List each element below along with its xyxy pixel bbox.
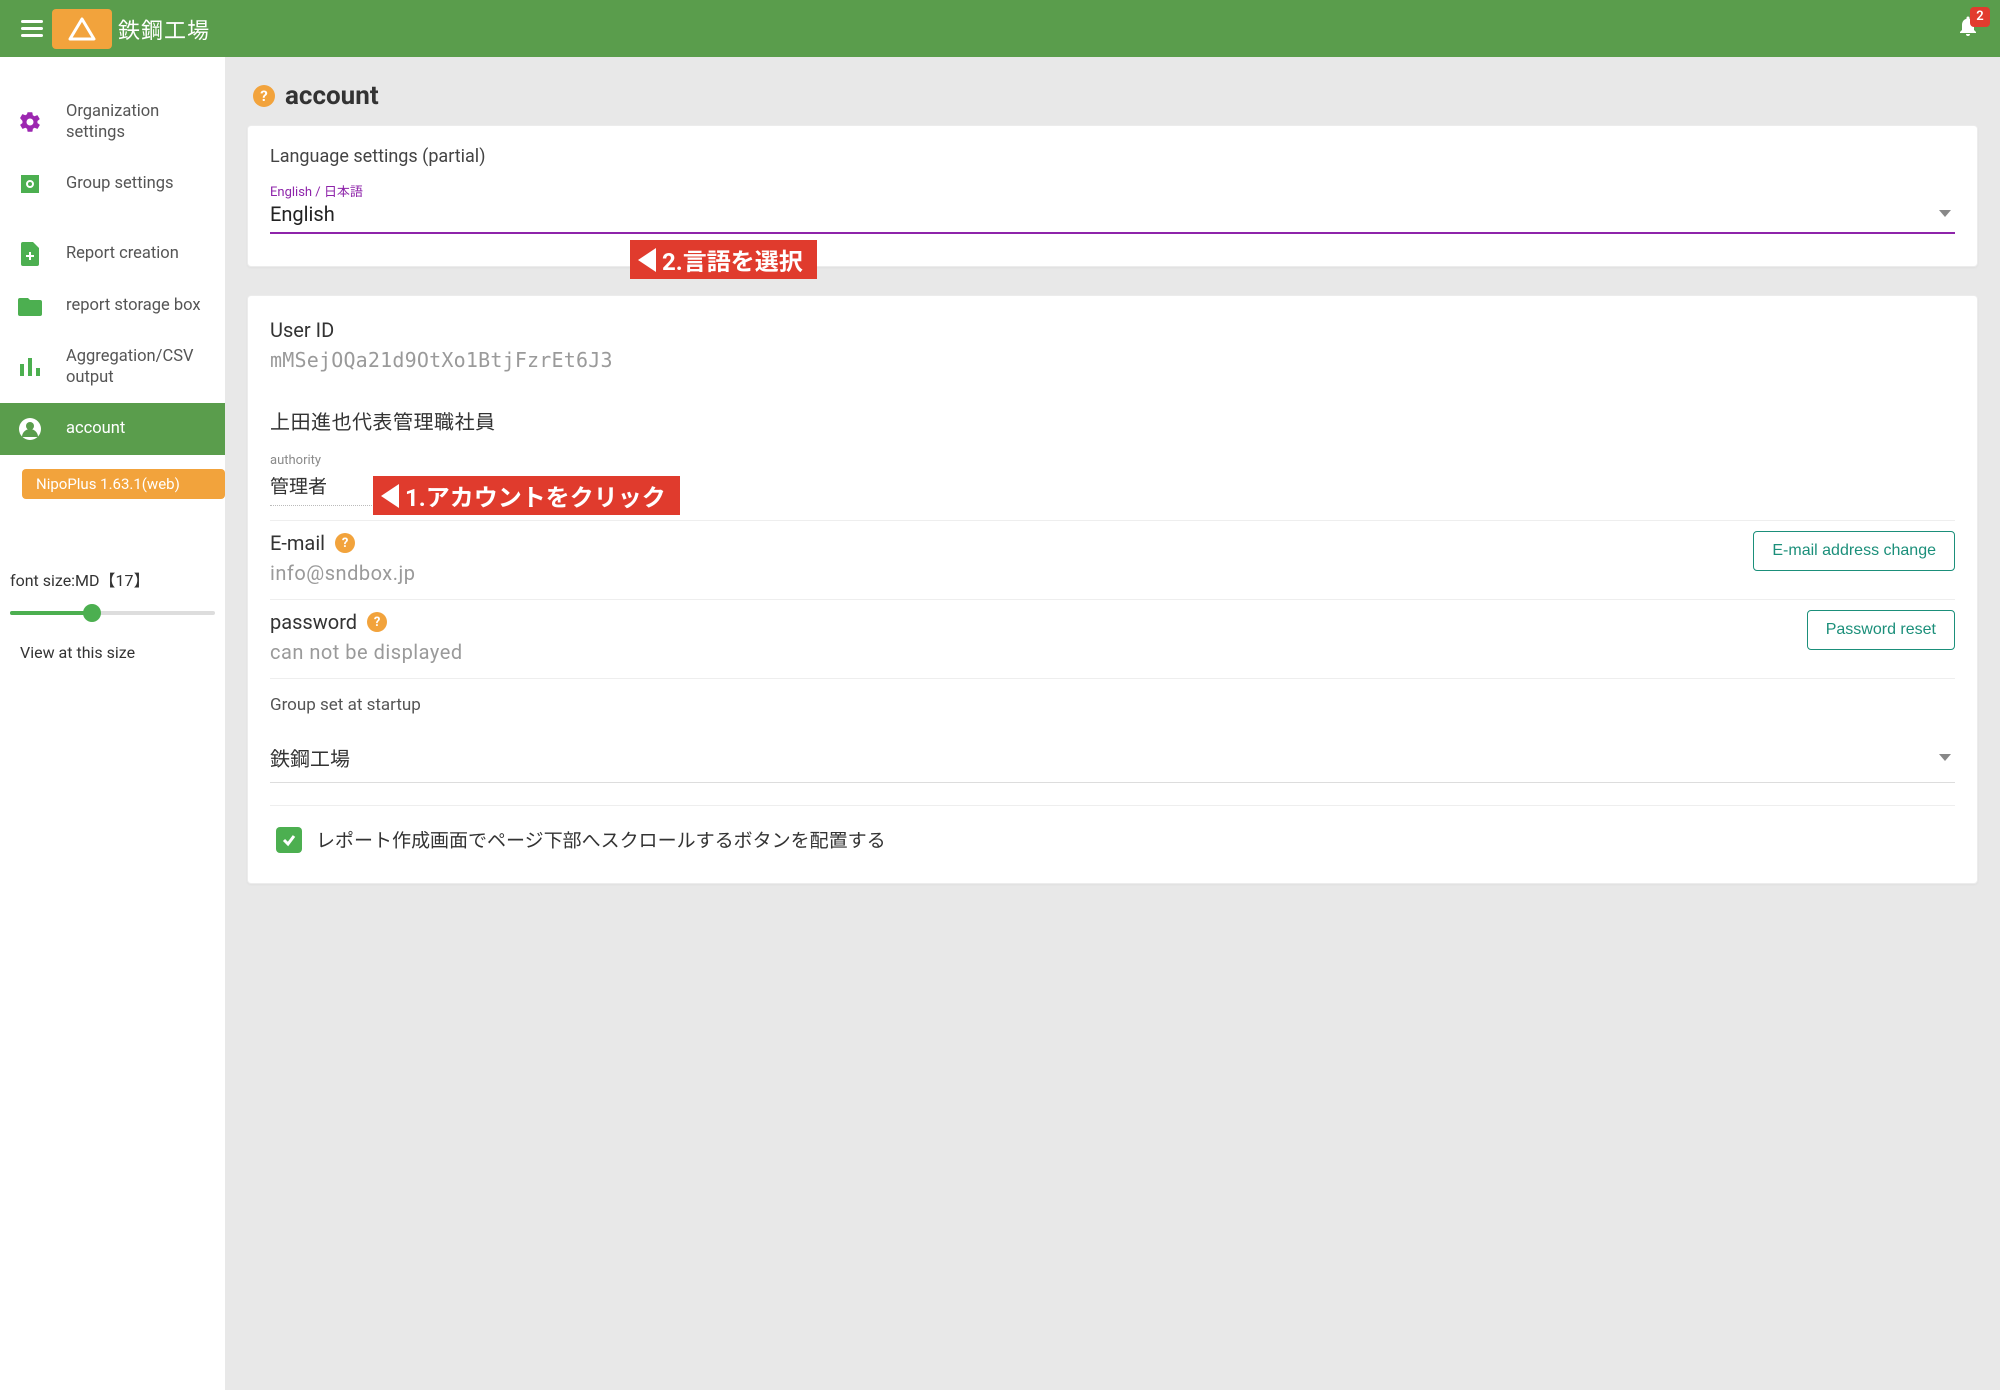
language-select[interactable]: English / 日本語 English	[270, 177, 1955, 234]
help-icon[interactable]: ?	[367, 612, 387, 632]
password-label: password	[270, 610, 357, 634]
menu-button[interactable]	[12, 9, 52, 49]
account-card: User ID mMSejOQa21d9OtXo1BtjFzrEt6J3 上田進…	[247, 295, 1978, 884]
triangle-left-icon	[381, 484, 399, 508]
email-change-button[interactable]: E-mail address change	[1753, 531, 1955, 571]
scroll-button-option-row: レポート作成画面でページ下部へスクロールするボタンを配置する	[270, 805, 1955, 853]
password-value: can not be displayed	[270, 640, 463, 664]
language-card: Language settings (partial) English / 日本…	[247, 125, 1978, 267]
sidebar-item-label: Group settings	[66, 173, 174, 194]
scroll-button-label: レポート作成画面でページ下部へスクロールするボタンを配置する	[316, 826, 886, 853]
help-icon[interactable]: ?	[335, 533, 355, 553]
sidebar-item-aggregation[interactable]: Aggregation/CSV output	[0, 332, 225, 403]
font-size-slider[interactable]	[10, 603, 215, 623]
chevron-down-icon	[1939, 210, 1951, 217]
gear-icon	[18, 110, 42, 134]
triangle-left-icon	[638, 248, 656, 272]
logo-button[interactable]	[52, 9, 112, 49]
app-title: 鉄鋼工場	[118, 13, 210, 45]
annotation-1: 1.アカウントをクリック	[373, 476, 680, 515]
font-size-label: font size:MD【17】	[10, 567, 215, 591]
language-value: English	[270, 202, 335, 226]
folder-icon	[18, 294, 42, 318]
chevron-down-icon	[1939, 754, 1951, 761]
user-id-label: User ID	[270, 318, 1955, 342]
menu-icon	[21, 27, 43, 30]
startup-group-select[interactable]: 鉄鋼工場	[270, 737, 1955, 783]
email-row: E-mail ? info@sndbox.jp E-mail address c…	[270, 520, 1955, 599]
email-value: info@sndbox.jp	[270, 561, 416, 585]
version-badge: NipoPlus 1.63.1(web)	[22, 469, 225, 499]
view-size-label: View at this size	[10, 643, 215, 662]
email-label: E-mail	[270, 531, 325, 555]
user-name-value: 上田進也代表管理職社員	[270, 406, 1955, 435]
startup-group-value: 鉄鋼工場	[270, 743, 350, 772]
topbar: 鉄鋼工場 2	[0, 0, 2000, 57]
triangle-icon	[68, 17, 96, 41]
password-row: password ? can not be displayed Password…	[270, 599, 1955, 678]
language-hint: English / 日本語	[270, 181, 1955, 200]
sidebar-item-account[interactable]: account	[0, 403, 225, 455]
chart-icon	[18, 355, 42, 379]
help-icon[interactable]: ?	[253, 85, 275, 107]
settings-app-icon	[18, 172, 42, 196]
check-icon	[281, 832, 297, 848]
slider-thumb[interactable]	[83, 604, 101, 622]
main-content: 1.アカウントをクリック 2.言語を選択 ? account Language …	[225, 57, 2000, 1390]
notifications-button[interactable]: 2	[1948, 9, 1988, 49]
sidebar-item-label: Aggregation/CSV output	[66, 346, 211, 389]
authority-label: authority	[270, 453, 1955, 468]
sidebar-item-organization-settings[interactable]: Organization settings	[0, 87, 225, 158]
sidebar-item-label: Report creation	[66, 243, 179, 264]
authority-value: 管理者	[270, 472, 327, 499]
sidebar: Organization settings Group settings Rep…	[0, 57, 225, 1390]
sidebar-item-label: report storage box	[66, 295, 201, 316]
sidebar-item-label: account	[66, 418, 125, 439]
sidebar-item-label: Organization settings	[66, 101, 211, 144]
notification-badge: 2	[1970, 7, 1990, 27]
scroll-button-checkbox[interactable]	[276, 827, 302, 853]
user-id-value: mMSejOQa21d9OtXo1BtjFzrEt6J3	[270, 348, 1955, 372]
sidebar-item-group-settings[interactable]: Group settings	[0, 158, 225, 210]
sidebar-item-report-storage[interactable]: report storage box	[0, 280, 225, 332]
startup-group-row: Group set at startup 鉄鋼工場	[270, 678, 1955, 801]
sidebar-item-report-creation[interactable]: Report creation	[0, 228, 225, 280]
file-plus-icon	[18, 242, 42, 266]
startup-group-label: Group set at startup	[270, 695, 1955, 715]
person-icon	[18, 417, 42, 441]
page-title: account	[285, 81, 379, 111]
annotation-2: 2.言語を選択	[630, 240, 817, 279]
language-card-title: Language settings (partial)	[270, 146, 1955, 167]
password-reset-button[interactable]: Password reset	[1807, 610, 1955, 650]
